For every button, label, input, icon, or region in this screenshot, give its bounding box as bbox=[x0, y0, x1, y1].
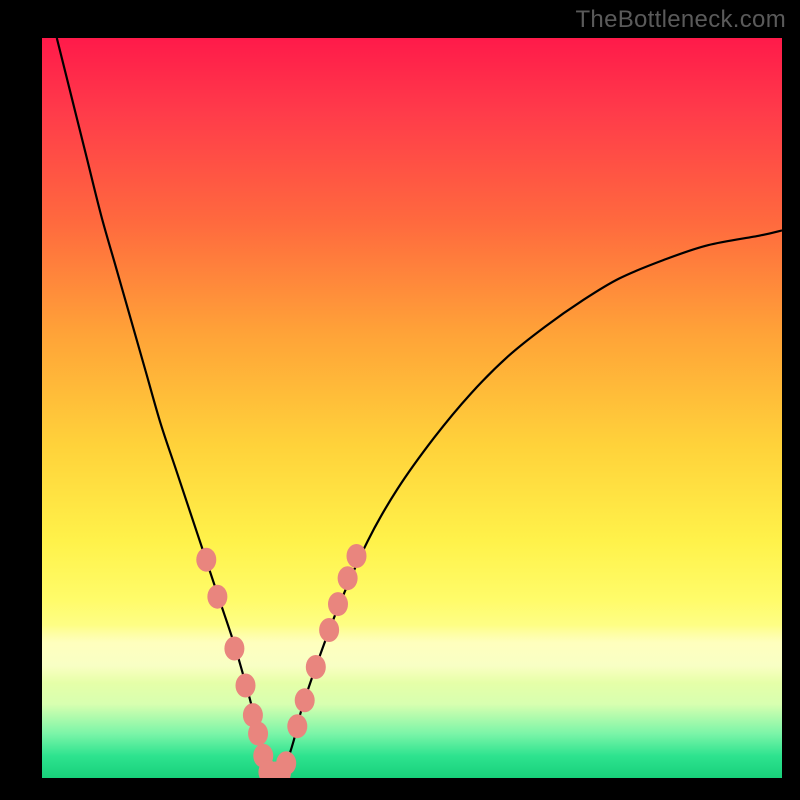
marker-dot bbox=[207, 585, 227, 609]
marker-dot bbox=[338, 566, 358, 590]
curve-left-branch bbox=[57, 38, 269, 773]
curve-layer bbox=[42, 38, 782, 778]
marker-dot bbox=[236, 674, 256, 698]
marker-dot bbox=[328, 592, 348, 616]
marker-dot bbox=[224, 637, 244, 661]
marker-dot bbox=[276, 751, 296, 775]
marker-dot bbox=[248, 722, 268, 746]
marker-dot bbox=[295, 688, 315, 712]
marker-dot bbox=[287, 714, 307, 738]
marker-dot bbox=[319, 618, 339, 642]
marker-dot bbox=[196, 548, 216, 572]
plot-area bbox=[42, 38, 782, 778]
marker-group bbox=[196, 544, 366, 778]
watermark-text: TheBottleneck.com bbox=[575, 6, 786, 34]
marker-dot bbox=[306, 655, 326, 679]
chart-frame: TheBottleneck.com bbox=[0, 0, 800, 800]
curve-right-branch bbox=[280, 230, 782, 772]
marker-dot bbox=[347, 544, 367, 568]
